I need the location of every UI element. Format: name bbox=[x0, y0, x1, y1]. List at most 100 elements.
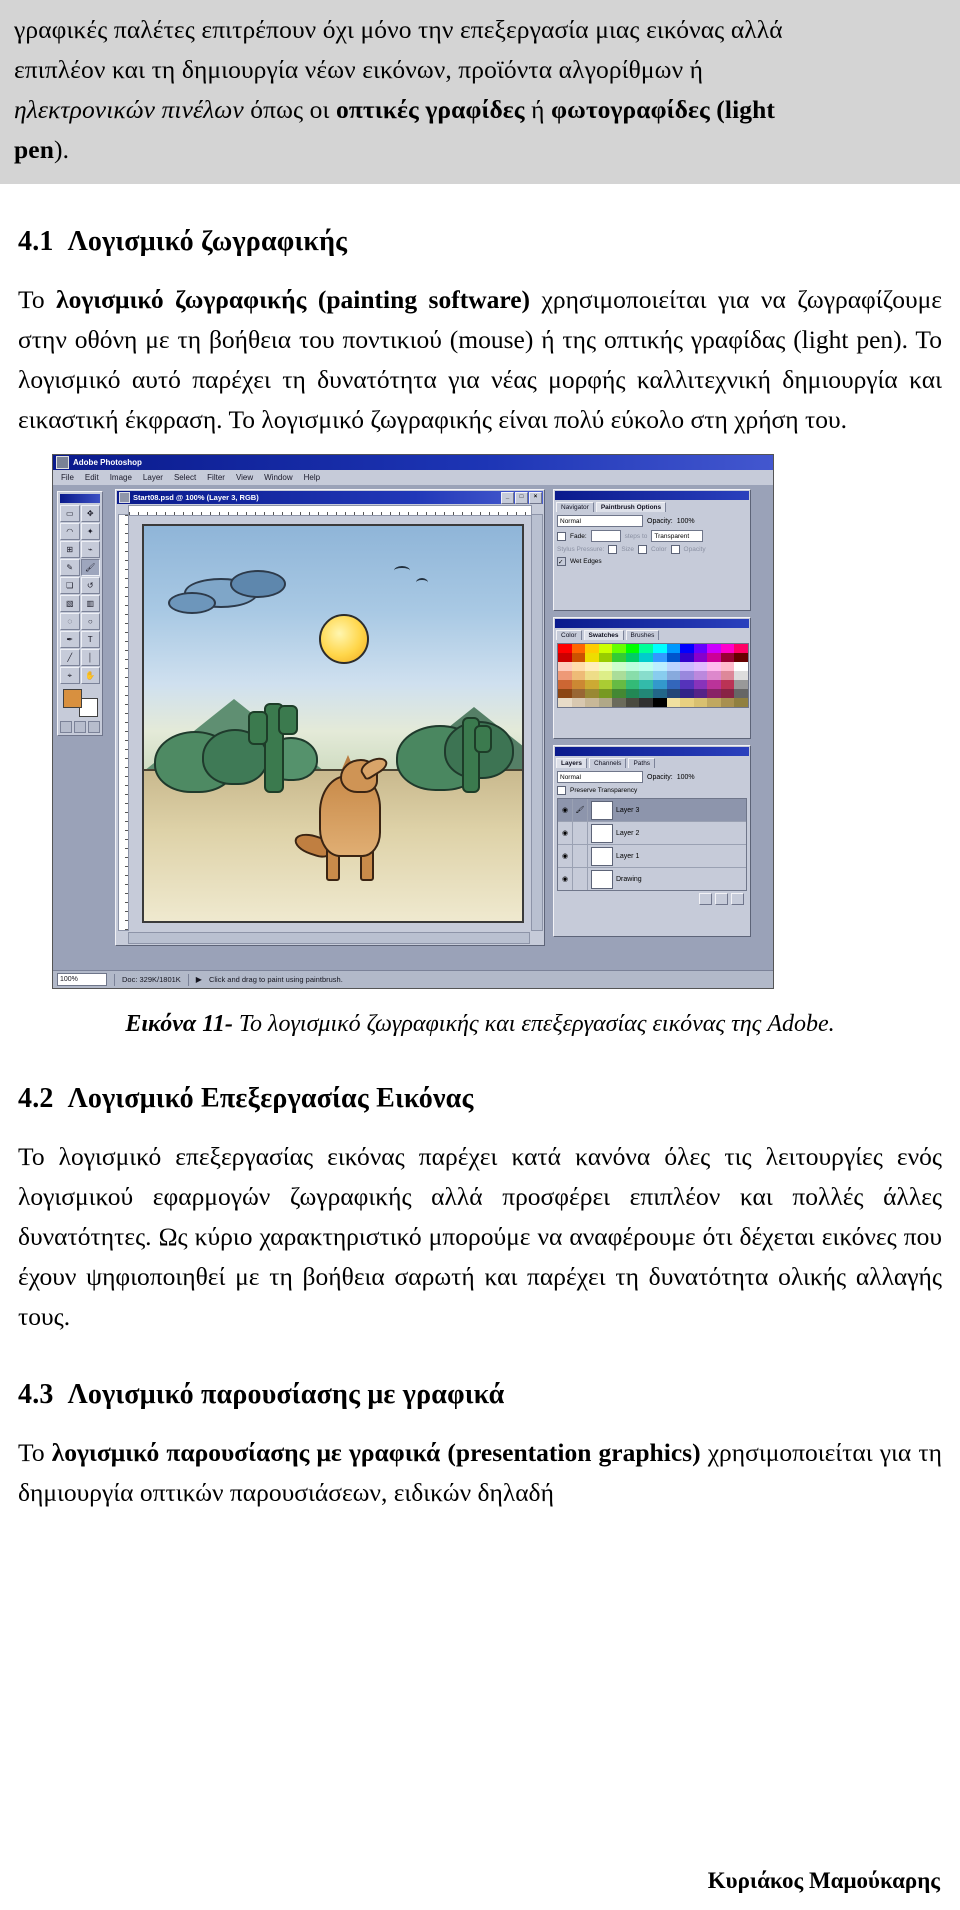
swatch[interactable] bbox=[693, 653, 708, 662]
swatch[interactable] bbox=[680, 644, 694, 653]
delete-layer-icon[interactable] bbox=[731, 893, 744, 905]
swatch[interactable] bbox=[612, 644, 626, 653]
swatch[interactable] bbox=[666, 671, 681, 680]
swatch[interactable] bbox=[734, 662, 748, 671]
tab-brushes[interactable]: Brushes bbox=[625, 630, 660, 640]
lasso-tool-icon[interactable]: ◠ bbox=[60, 523, 80, 540]
swatch[interactable] bbox=[571, 698, 586, 707]
swatch[interactable] bbox=[598, 653, 613, 662]
swatch[interactable] bbox=[720, 644, 735, 653]
line-tool-icon[interactable]: │ bbox=[80, 649, 100, 666]
swatch[interactable] bbox=[707, 689, 721, 698]
tab-layers[interactable]: Layers bbox=[556, 758, 587, 768]
airbrush-tool-icon[interactable]: ✎ bbox=[60, 559, 80, 576]
swatch[interactable] bbox=[680, 653, 694, 662]
layers-palette-tabs[interactable]: Layers Channels Paths bbox=[554, 757, 750, 768]
swatch[interactable] bbox=[680, 689, 694, 698]
swatch[interactable] bbox=[639, 689, 653, 698]
swatch[interactable] bbox=[734, 680, 748, 689]
swatch[interactable] bbox=[734, 689, 748, 698]
swatch[interactable] bbox=[666, 698, 681, 707]
swatch[interactable] bbox=[666, 680, 681, 689]
swatch[interactable] bbox=[720, 680, 735, 689]
layers-blend-mode-dropdown[interactable]: Normal bbox=[557, 771, 643, 783]
marquee-tool-icon[interactable]: ▭ bbox=[60, 505, 80, 522]
swatch[interactable] bbox=[652, 662, 667, 671]
slice-tool-icon[interactable]: ⌁ bbox=[80, 541, 100, 558]
layer-row[interactable]: ◉ Drawing bbox=[558, 868, 746, 890]
swatch[interactable] bbox=[720, 698, 735, 707]
stylus-color-checkbox[interactable] bbox=[637, 545, 647, 554]
menu-item-layer[interactable]: Layer bbox=[143, 473, 163, 482]
zoom-level-field[interactable]: 100% bbox=[57, 973, 107, 986]
fade-checkbox[interactable] bbox=[557, 531, 566, 541]
swatch[interactable] bbox=[666, 689, 681, 698]
close-button[interactable]: × bbox=[529, 491, 542, 504]
options-palette-tabs[interactable]: Navigator Paintbrush Options bbox=[554, 501, 750, 512]
layers-palette-footer[interactable] bbox=[557, 891, 747, 907]
swatch[interactable] bbox=[571, 653, 586, 662]
menu-item-select[interactable]: Select bbox=[174, 473, 196, 482]
minimize-button[interactable]: _ bbox=[501, 491, 514, 504]
swatch[interactable] bbox=[652, 653, 667, 662]
pen-tool-icon[interactable]: ✒ bbox=[60, 631, 80, 648]
swatch[interactable] bbox=[571, 662, 586, 671]
swatch[interactable] bbox=[652, 644, 667, 653]
menu-item-help[interactable]: Help bbox=[304, 473, 320, 482]
crop-tool-icon[interactable]: ⊞ bbox=[60, 541, 80, 558]
preserve-transparency-checkbox[interactable] bbox=[557, 786, 566, 795]
swatch[interactable] bbox=[585, 698, 599, 707]
history-brush-tool-icon[interactable]: ↺ bbox=[80, 577, 100, 594]
image-canvas[interactable] bbox=[142, 524, 524, 923]
maximize-button[interactable]: □ bbox=[515, 491, 528, 504]
swatch[interactable] bbox=[571, 680, 586, 689]
menu-item-filter[interactable]: Filter bbox=[207, 473, 225, 482]
swatch[interactable] bbox=[571, 644, 586, 653]
swatch[interactable] bbox=[720, 671, 735, 680]
layer-visibility-icon[interactable]: ◉ bbox=[558, 868, 573, 890]
swatch[interactable] bbox=[734, 698, 748, 707]
tab-navigator[interactable]: Navigator bbox=[556, 502, 594, 512]
swatch[interactable] bbox=[558, 662, 572, 671]
full-screen-menubar-mode-icon[interactable] bbox=[74, 721, 86, 733]
swatch[interactable] bbox=[571, 689, 586, 698]
swatch[interactable] bbox=[598, 671, 613, 680]
standard-screen-mode-icon[interactable] bbox=[60, 721, 72, 733]
swatch[interactable] bbox=[639, 644, 653, 653]
swatch[interactable] bbox=[612, 689, 626, 698]
swatch[interactable] bbox=[720, 662, 735, 671]
eyedropper-tool-icon[interactable]: ⌖ bbox=[60, 667, 80, 684]
tab-paintbrush-options[interactable]: Paintbrush Options bbox=[595, 502, 667, 512]
swatch[interactable] bbox=[693, 680, 708, 689]
layer-visibility-icon[interactable]: ◉ bbox=[558, 845, 573, 867]
swatch[interactable] bbox=[652, 671, 667, 680]
swatch[interactable] bbox=[639, 662, 653, 671]
swatch[interactable] bbox=[612, 698, 626, 707]
swatch[interactable] bbox=[734, 653, 748, 662]
tab-paths[interactable]: Paths bbox=[628, 758, 656, 768]
swatch[interactable] bbox=[693, 644, 708, 653]
menu-item-window[interactable]: Window bbox=[264, 473, 292, 482]
layer-visibility-icon[interactable]: ◉ bbox=[558, 799, 573, 821]
stylus-opacity-checkbox[interactable] bbox=[670, 545, 680, 554]
swatch[interactable] bbox=[585, 662, 599, 671]
swatch[interactable] bbox=[598, 689, 613, 698]
move-tool-icon[interactable]: ✥ bbox=[80, 505, 100, 522]
tab-channels[interactable]: Channels bbox=[588, 758, 627, 768]
swatch[interactable] bbox=[625, 662, 640, 671]
window-controls[interactable]: _ □ × bbox=[501, 491, 543, 504]
tab-color[interactable]: Color bbox=[556, 630, 582, 640]
swatch[interactable] bbox=[558, 644, 572, 653]
rubber-stamp-tool-icon[interactable]: ❏ bbox=[60, 577, 80, 594]
menu-item-edit[interactable]: Edit bbox=[85, 473, 99, 482]
swatch[interactable] bbox=[707, 680, 721, 689]
menu-item-view[interactable]: View bbox=[236, 473, 253, 482]
new-layer-icon[interactable] bbox=[715, 893, 728, 905]
type-tool-icon[interactable]: T bbox=[80, 631, 100, 648]
swatch[interactable] bbox=[639, 698, 653, 707]
swatch[interactable] bbox=[652, 689, 667, 698]
swatch[interactable] bbox=[571, 671, 586, 680]
swatch[interactable] bbox=[652, 698, 667, 707]
swatch[interactable] bbox=[598, 662, 613, 671]
swatch[interactable] bbox=[558, 671, 572, 680]
